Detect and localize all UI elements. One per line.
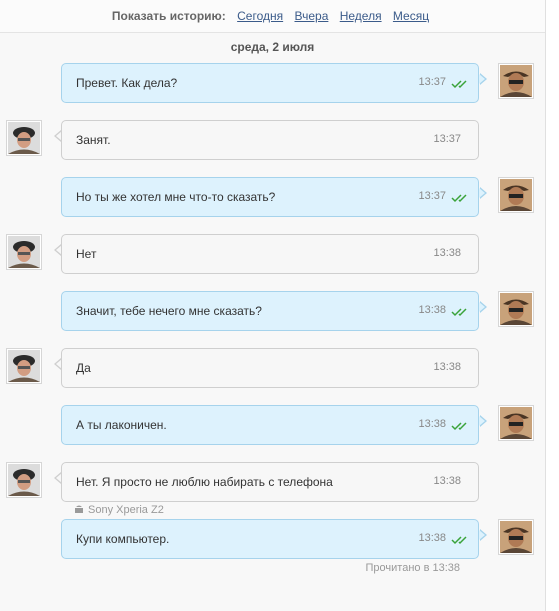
- message-text: А ты лаконичен.: [76, 418, 167, 432]
- bubble-tail: [54, 244, 62, 256]
- message-text: Но ты же хотел мне что-то сказать?: [76, 190, 276, 204]
- device-label: Sony Xperia Z2: [88, 504, 164, 516]
- double-check-icon: [451, 194, 467, 203]
- double-check-icon: [451, 308, 467, 317]
- date-divider: среда, 2 июля: [230, 40, 315, 54]
- message-time: 13:38: [418, 532, 446, 544]
- message-time: 13:38: [418, 304, 446, 316]
- message-time: 13:38: [418, 418, 446, 430]
- double-check-icon: [451, 422, 467, 431]
- avatar[interactable]: [498, 291, 534, 327]
- message-bubble[interactable]: Но ты же хотел мне что-то сказать? 13:37: [61, 177, 479, 217]
- avatar[interactable]: [6, 462, 42, 498]
- message-text: Нет. Я просто не люблю набирать с телефо…: [76, 475, 333, 489]
- avatar[interactable]: [498, 177, 534, 213]
- avatar[interactable]: [6, 234, 42, 270]
- history-bar: Показать историю: Сегодня Вчера Неделя М…: [0, 0, 545, 33]
- bubble-tail: [479, 301, 487, 313]
- message-incoming: Да 13:38: [0, 348, 545, 390]
- chat-window: Показать историю: Сегодня Вчера Неделя М…: [0, 0, 546, 611]
- history-link-yesterday[interactable]: Вчера: [294, 9, 328, 23]
- avatar[interactable]: [498, 519, 534, 555]
- message-bubble[interactable]: Превет. Как дела? 13:37: [61, 63, 479, 103]
- bubble-tail: [479, 73, 487, 85]
- message-time: 13:37: [418, 190, 446, 202]
- message-bubble[interactable]: Нет 13:38: [61, 234, 479, 274]
- history-label: Показать историю:: [111, 9, 226, 23]
- history-link-today[interactable]: Сегодня: [237, 9, 283, 23]
- avatar[interactable]: [498, 63, 534, 99]
- message-bubble[interactable]: Занят. 13:37: [61, 120, 479, 160]
- android-icon: [75, 505, 83, 513]
- message-bubble[interactable]: А ты лаконичен. 13:38: [61, 405, 479, 445]
- bubble-tail: [54, 358, 62, 370]
- avatar[interactable]: [498, 405, 534, 441]
- double-check-icon: [451, 80, 467, 89]
- message-bubble[interactable]: Значит, тебе нечего мне сказать? 13:38: [61, 291, 479, 331]
- message-text: Да: [76, 361, 91, 375]
- bubble-tail: [479, 415, 487, 427]
- message-outgoing: Значит, тебе нечего мне сказать? 13:38: [0, 291, 545, 333]
- avatar[interactable]: [6, 348, 42, 384]
- message-text: Нет: [76, 247, 97, 261]
- message-incoming: Нет 13:38: [0, 234, 545, 276]
- message-outgoing: Купи компьютер. 13:38: [0, 519, 545, 561]
- message-time: 13:38: [433, 475, 461, 487]
- message-text: Превет. Как дела?: [76, 76, 178, 90]
- bubble-tail: [479, 529, 487, 541]
- message-time: 13:37: [418, 76, 446, 88]
- message-bubble[interactable]: Нет. Я просто не люблю набирать с телефо…: [61, 462, 479, 502]
- message-time: 13:38: [433, 361, 461, 373]
- read-status: Прочитано в 13:38: [365, 562, 460, 574]
- history-link-month[interactable]: Месяц: [393, 9, 429, 23]
- message-incoming: Нет. Я просто не люблю набирать с телефо…: [0, 462, 545, 504]
- message-time: 13:37: [433, 133, 461, 145]
- message-text: Купи компьютер.: [76, 532, 170, 546]
- device-info: Sony Xperia Z2: [74, 504, 164, 516]
- message-outgoing: Но ты же хотел мне что-то сказать? 13:37: [0, 177, 545, 219]
- history-link-week[interactable]: Неделя: [340, 9, 382, 23]
- message-text: Занят.: [76, 133, 111, 147]
- message-bubble[interactable]: Да 13:38: [61, 348, 479, 388]
- message-time: 13:38: [433, 247, 461, 259]
- message-incoming: Занят. 13:37: [0, 120, 545, 162]
- double-check-icon: [451, 536, 467, 545]
- message-text: Значит, тебе нечего мне сказать?: [76, 304, 262, 318]
- message-bubble[interactable]: Купи компьютер. 13:38: [61, 519, 479, 559]
- bubble-tail: [479, 187, 487, 199]
- bubble-tail: [54, 472, 62, 484]
- avatar[interactable]: [6, 120, 42, 156]
- bubble-tail: [54, 130, 62, 142]
- message-outgoing: Превет. Как дела? 13:37: [0, 63, 545, 105]
- message-outgoing: А ты лаконичен. 13:38: [0, 405, 545, 447]
